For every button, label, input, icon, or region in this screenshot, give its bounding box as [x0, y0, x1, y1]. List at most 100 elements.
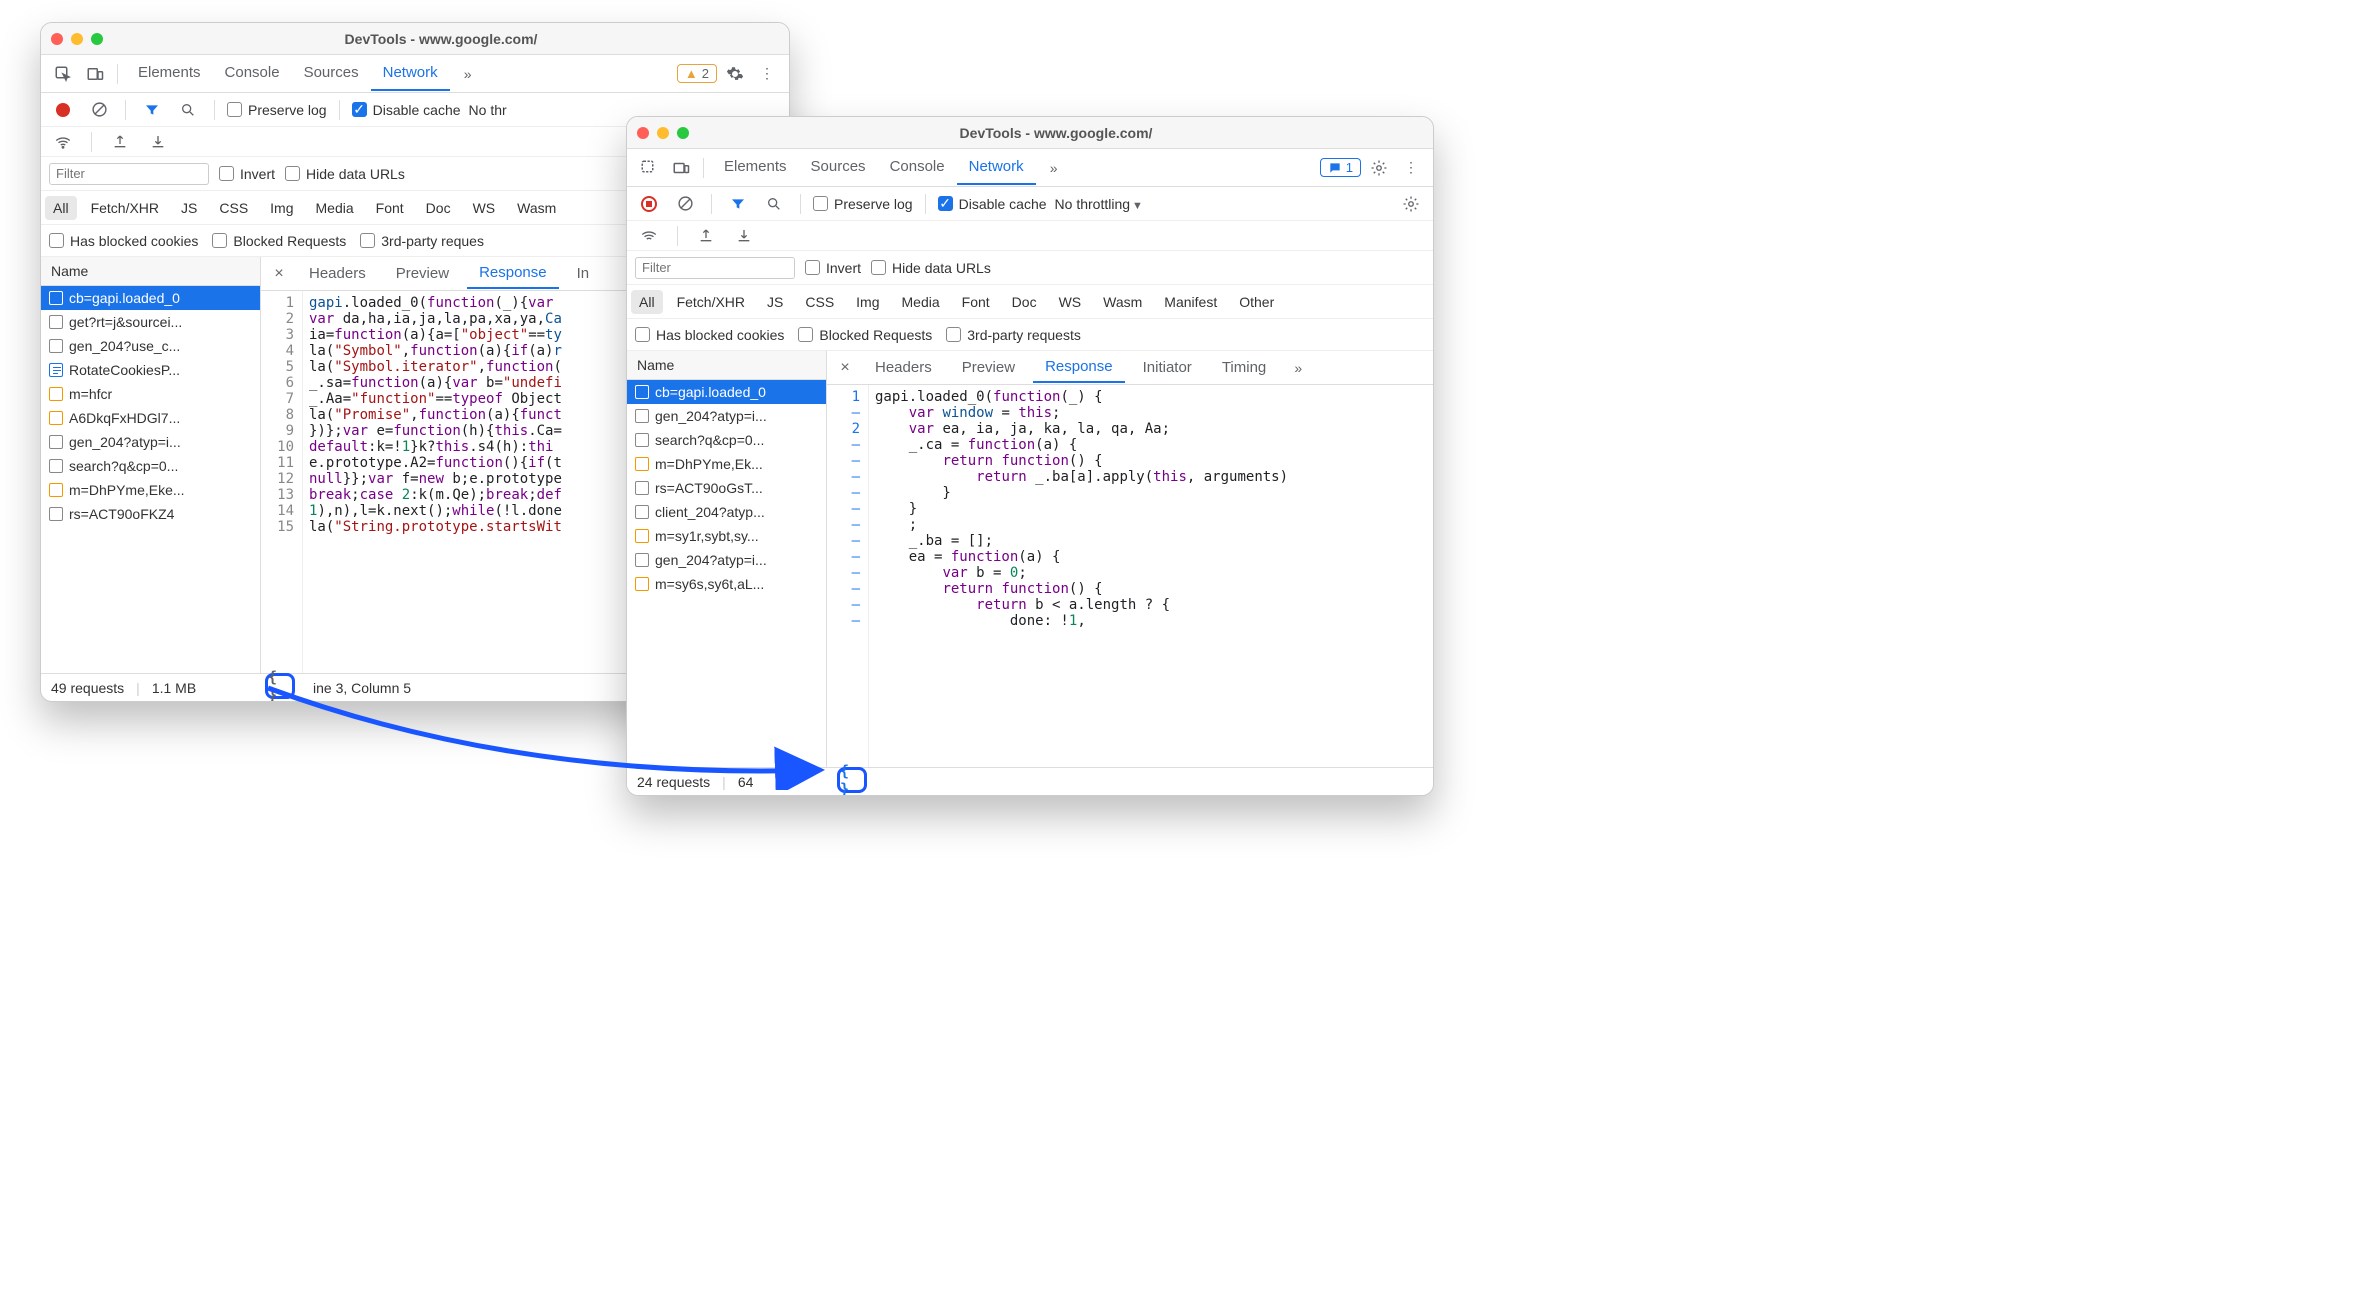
tab-elements[interactable]: Elements	[126, 56, 213, 91]
inspect-icon[interactable]	[635, 154, 663, 182]
request-row[interactable]: rs=ACT90oGsT...	[627, 476, 826, 500]
pill-js[interactable]: JS	[759, 290, 791, 314]
settings-icon[interactable]	[1365, 154, 1393, 182]
more-tabs-icon[interactable]: »	[1284, 354, 1312, 382]
kebab-menu-icon[interactable]: ⋮	[1397, 154, 1425, 182]
more-tabs-icon[interactable]: »	[1040, 154, 1068, 182]
pill-font[interactable]: Font	[954, 290, 998, 314]
issues-badge[interactable]: ▲2	[677, 64, 717, 83]
request-row[interactable]: RotateCookiesP...	[41, 358, 260, 382]
has-blocked-cookies-checkbox[interactable]: Has blocked cookies	[49, 233, 198, 249]
tab-console[interactable]: Console	[878, 150, 957, 185]
request-row[interactable]: gen_204?use_c...	[41, 334, 260, 358]
pill-all[interactable]: All	[631, 290, 663, 314]
pill-ws[interactable]: WS	[1051, 290, 1090, 314]
detail-tab-response[interactable]: Response	[1033, 352, 1125, 383]
hide-data-urls-checkbox[interactable]: Hide data URLs	[871, 260, 991, 276]
request-row[interactable]: gen_204?atyp=i...	[627, 548, 826, 572]
preserve-log-checkbox[interactable]: Preserve log	[813, 196, 913, 212]
detail-tab-response[interactable]: Response	[467, 258, 559, 289]
hide-data-urls-checkbox[interactable]: Hide data URLs	[285, 166, 405, 182]
blocked-requests-checkbox[interactable]: Blocked Requests	[798, 327, 932, 343]
network-conditions-icon[interactable]	[49, 128, 77, 156]
request-row[interactable]: gen_204?atyp=i...	[41, 430, 260, 454]
settings-icon[interactable]	[721, 60, 749, 88]
throttling-dropdown[interactable]: No throttling▼	[1055, 196, 1143, 212]
detail-tab-preview[interactable]: Preview	[950, 353, 1027, 382]
pill-ws[interactable]: WS	[465, 196, 504, 220]
preserve-log-checkbox[interactable]: Preserve log	[227, 102, 327, 118]
clear-icon[interactable]	[85, 96, 113, 124]
messages-badge[interactable]: 1	[1320, 158, 1361, 177]
filter-icon[interactable]	[724, 190, 752, 218]
search-icon[interactable]	[760, 190, 788, 218]
zoom-icon[interactable]	[91, 33, 103, 45]
filter-input[interactable]	[635, 257, 795, 279]
inspect-icon[interactable]	[49, 60, 77, 88]
more-tabs-icon[interactable]: »	[454, 60, 482, 88]
filter-icon[interactable]	[138, 96, 166, 124]
request-row[interactable]: search?q&cp=0...	[41, 454, 260, 478]
pill-font[interactable]: Font	[368, 196, 412, 220]
pill-doc[interactable]: Doc	[418, 196, 459, 220]
filter-input[interactable]	[49, 163, 209, 185]
request-row[interactable]: cb=gapi.loaded_0	[627, 380, 826, 404]
detail-tab-initiator[interactable]: Initiator	[1131, 353, 1204, 382]
pill-manifest[interactable]: Manifest	[1156, 290, 1225, 314]
import-har-icon[interactable]	[106, 128, 134, 156]
close-icon[interactable]	[637, 127, 649, 139]
tab-elements[interactable]: Elements	[712, 150, 799, 185]
request-row[interactable]: m=hfcr	[41, 382, 260, 406]
pill-media[interactable]: Media	[894, 290, 948, 314]
device-toggle-icon[interactable]	[667, 154, 695, 182]
disable-cache-checkbox[interactable]: ✓Disable cache	[352, 102, 461, 118]
kebab-menu-icon[interactable]: ⋮	[753, 60, 781, 88]
minimize-icon[interactable]	[71, 33, 83, 45]
record-icon[interactable]	[49, 96, 77, 124]
request-row[interactable]: A6DkqFxHDGl7...	[41, 406, 260, 430]
pill-doc[interactable]: Doc	[1004, 290, 1045, 314]
close-icon[interactable]	[51, 33, 63, 45]
request-row[interactable]: search?q&cp=0...	[627, 428, 826, 452]
detail-tab-headers[interactable]: Headers	[297, 259, 378, 288]
search-icon[interactable]	[174, 96, 202, 124]
clear-icon[interactable]	[671, 190, 699, 218]
pill-css[interactable]: CSS	[797, 290, 842, 314]
pill-img[interactable]: Img	[262, 196, 301, 220]
name-column-header[interactable]: Name	[41, 257, 260, 286]
tab-console[interactable]: Console	[213, 56, 292, 91]
export-har-icon[interactable]	[730, 222, 758, 250]
pill-other[interactable]: Other	[1231, 290, 1282, 314]
pill-wasm[interactable]: Wasm	[509, 196, 564, 220]
network-settings-icon[interactable]	[1397, 190, 1425, 218]
tab-network[interactable]: Network	[957, 150, 1036, 185]
throttling-dropdown[interactable]: No thr	[469, 102, 507, 118]
pretty-print-button[interactable]: { }	[837, 767, 867, 793]
pill-media[interactable]: Media	[308, 196, 362, 220]
third-party-checkbox[interactable]: 3rd-party requests	[946, 327, 1081, 343]
zoom-icon[interactable]	[677, 127, 689, 139]
request-row[interactable]: get?rt=j&sourcei...	[41, 310, 260, 334]
export-har-icon[interactable]	[144, 128, 172, 156]
record-icon[interactable]	[635, 190, 663, 218]
pill-fetch[interactable]: Fetch/XHR	[669, 290, 753, 314]
tab-sources[interactable]: Sources	[292, 56, 371, 91]
pill-js[interactable]: JS	[173, 196, 205, 220]
pill-img[interactable]: Img	[848, 290, 887, 314]
close-detail-icon[interactable]: ×	[833, 359, 857, 377]
request-row[interactable]: m=sy1r,sybt,sy...	[627, 524, 826, 548]
network-conditions-icon[interactable]	[635, 222, 663, 250]
request-row[interactable]: gen_204?atyp=i...	[627, 404, 826, 428]
tab-sources[interactable]: Sources	[799, 150, 878, 185]
tab-network[interactable]: Network	[371, 56, 450, 91]
detail-tab-timing[interactable]: Timing	[1210, 353, 1278, 382]
request-row[interactable]: rs=ACT90oFKZ4	[41, 502, 260, 526]
pill-fetch[interactable]: Fetch/XHR	[83, 196, 167, 220]
invert-checkbox[interactable]: Invert	[805, 260, 861, 276]
pill-wasm[interactable]: Wasm	[1095, 290, 1150, 314]
device-toggle-icon[interactable]	[81, 60, 109, 88]
blocked-requests-checkbox[interactable]: Blocked Requests	[212, 233, 346, 249]
minimize-icon[interactable]	[657, 127, 669, 139]
request-row[interactable]: cb=gapi.loaded_0	[41, 286, 260, 310]
request-row[interactable]: client_204?atyp...	[627, 500, 826, 524]
